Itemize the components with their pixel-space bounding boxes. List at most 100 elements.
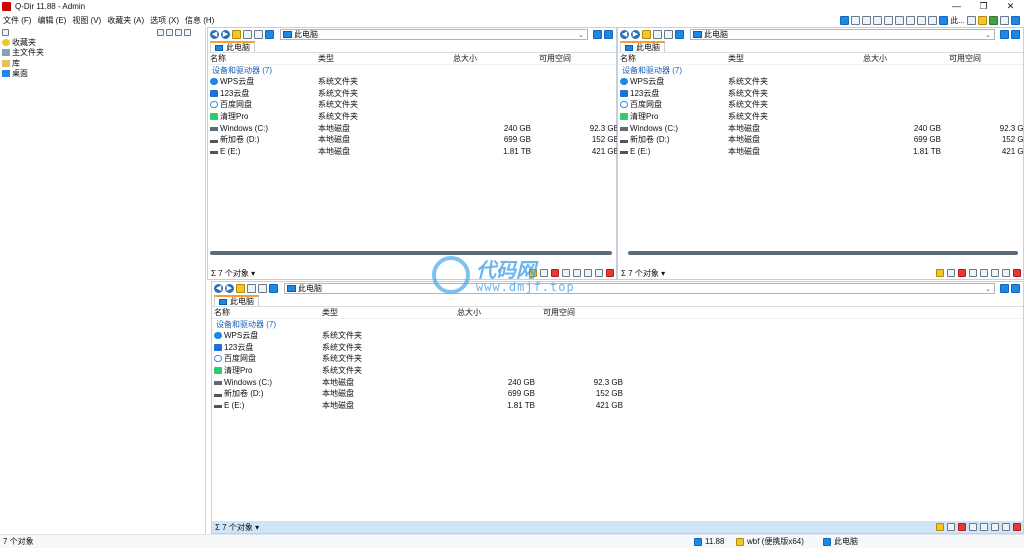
list-item[interactable]: 百度网盘 系统文件夹 bbox=[618, 99, 1023, 111]
desktop-icon[interactable] bbox=[1000, 284, 1009, 293]
tree-item-favorites[interactable]: 收藏夹 bbox=[0, 37, 205, 48]
lightning-icon[interactable] bbox=[936, 523, 944, 531]
rename-icon[interactable] bbox=[947, 269, 955, 277]
copy-icon[interactable] bbox=[980, 523, 988, 531]
back-button[interactable]: ◀ bbox=[210, 30, 219, 39]
paste-icon[interactable] bbox=[991, 523, 999, 531]
tab-this-pc[interactable]: 此电脑 bbox=[214, 295, 259, 306]
refresh-icon[interactable] bbox=[675, 30, 684, 39]
menu-icon[interactable] bbox=[967, 15, 976, 25]
column-free[interactable]: 可用空间 bbox=[949, 53, 981, 64]
rename-icon[interactable] bbox=[540, 269, 548, 277]
column-free[interactable]: 可用空间 bbox=[539, 53, 571, 64]
list-item[interactable]: 123云盘 系统文件夹 bbox=[618, 88, 1023, 100]
cut-icon[interactable] bbox=[969, 269, 977, 277]
list-item[interactable]: 百度网盘 系统文件夹 bbox=[208, 99, 616, 111]
delete-icon[interactable] bbox=[958, 269, 966, 277]
close-pane-icon[interactable] bbox=[606, 269, 614, 277]
list-item[interactable]: E (E:) 本地磁盘 1.81 TB 421 GB bbox=[208, 146, 619, 158]
menu-file[interactable]: 文件 (F) bbox=[0, 15, 34, 26]
tab-this-pc[interactable]: 此电脑 bbox=[620, 41, 665, 52]
list-item[interactable]: 新加卷 (D:) 本地磁盘 699 GB 152 GB bbox=[618, 134, 1024, 146]
list-item[interactable]: WPS云盘 系统文件夹 bbox=[618, 76, 1023, 88]
address-input[interactable]: 此电脑 ⌄ bbox=[280, 29, 588, 40]
horizontal-scrollbar[interactable] bbox=[628, 251, 1018, 255]
tree-item-library[interactable]: 库 bbox=[0, 58, 205, 69]
cut-icon[interactable] bbox=[562, 269, 570, 277]
new-icon[interactable] bbox=[166, 28, 173, 36]
up-folder-icon[interactable] bbox=[232, 30, 241, 39]
layout-8-icon[interactable] bbox=[928, 15, 938, 25]
tab-this-pc[interactable]: 此电脑 bbox=[210, 41, 255, 52]
close-pane-icon[interactable] bbox=[1013, 523, 1021, 531]
color-icon[interactable] bbox=[989, 15, 998, 25]
list-item[interactable]: 123云盘 系统文件夹 bbox=[208, 88, 616, 100]
close-tree-icon[interactable] bbox=[184, 28, 191, 36]
address-input[interactable]: 此电脑 ⌄ bbox=[690, 29, 995, 40]
chevron-down-icon[interactable]: ⌄ bbox=[985, 285, 994, 293]
layout-icon[interactable] bbox=[840, 15, 850, 25]
column-size[interactable]: 总大小 bbox=[863, 53, 887, 64]
column-name[interactable]: 名称 bbox=[620, 53, 636, 64]
list-item[interactable]: 新加卷 (D:) 本地磁盘 699 GB 152 GB bbox=[212, 388, 1023, 400]
column-type[interactable]: 类型 bbox=[322, 307, 338, 318]
desktop-icon[interactable] bbox=[1000, 30, 1009, 39]
list-item[interactable]: 清理Pro 系统文件夹 bbox=[208, 111, 616, 123]
list-item[interactable]: 123云盘 系统文件夹 bbox=[212, 342, 1023, 354]
list-item[interactable]: 清理Pro 系统文件夹 bbox=[212, 365, 1023, 377]
refresh-icon[interactable] bbox=[265, 30, 274, 39]
layout-5-icon[interactable] bbox=[895, 15, 905, 25]
delete-icon[interactable] bbox=[958, 523, 966, 531]
list-item[interactable]: Windows (C:) 本地磁盘 240 GB 92.3 GB bbox=[208, 122, 619, 134]
computer-icon[interactable] bbox=[604, 30, 613, 39]
minimize-button[interactable]: — bbox=[943, 1, 970, 12]
properties-icon[interactable] bbox=[595, 269, 603, 277]
close-button[interactable]: ✕ bbox=[997, 1, 1024, 12]
address-input[interactable]: 此电脑 ⌄ bbox=[284, 283, 995, 294]
forward-button[interactable]: ▶ bbox=[221, 30, 230, 39]
group-header[interactable]: 设备和驱动器 (7) bbox=[618, 65, 1023, 76]
tree-item-home[interactable]: 主文件夹 bbox=[0, 48, 205, 59]
view-mode-icon[interactable] bbox=[258, 284, 267, 293]
properties-icon[interactable] bbox=[1002, 269, 1010, 277]
paste-icon[interactable] bbox=[584, 269, 592, 277]
list-item[interactable]: WPS云盘 系统文件夹 bbox=[212, 330, 1023, 342]
list-item[interactable]: E (E:) 本地磁盘 1.81 TB 421 GB bbox=[212, 400, 1023, 412]
column-size[interactable]: 总大小 bbox=[457, 307, 481, 318]
list-item[interactable]: Windows (C:) 本地磁盘 240 GB 92.3 GB bbox=[618, 122, 1024, 134]
layout-3-icon[interactable] bbox=[873, 15, 883, 25]
new-folder-icon[interactable] bbox=[653, 30, 662, 39]
column-type[interactable]: 类型 bbox=[728, 53, 744, 64]
view-mode-icon[interactable] bbox=[254, 30, 263, 39]
menu-options[interactable]: 选项 (X) bbox=[147, 15, 182, 26]
column-name[interactable]: 名称 bbox=[214, 307, 230, 318]
chevron-down-icon[interactable]: ▾ bbox=[249, 269, 255, 278]
computer-icon[interactable] bbox=[1011, 284, 1020, 293]
lightning-icon[interactable] bbox=[529, 269, 537, 277]
menu-favorites[interactable]: 收藏夹 (A) bbox=[104, 15, 147, 26]
search-icon[interactable] bbox=[175, 28, 182, 36]
back-button[interactable]: ◀ bbox=[620, 30, 629, 39]
rename-icon[interactable] bbox=[947, 523, 955, 531]
cut-icon[interactable] bbox=[969, 523, 977, 531]
list-item[interactable]: 清理Pro 系统文件夹 bbox=[618, 111, 1023, 123]
delete-icon[interactable] bbox=[551, 269, 559, 277]
layout-6-icon[interactable] bbox=[906, 15, 916, 25]
new-folder-icon[interactable] bbox=[247, 284, 256, 293]
column-size[interactable]: 总大小 bbox=[453, 53, 477, 64]
new-folder-icon[interactable] bbox=[243, 30, 252, 39]
list-item[interactable]: 百度网盘 系统文件夹 bbox=[212, 353, 1023, 365]
toolbar-location-label[interactable]: 此... bbox=[950, 15, 965, 26]
sync-icon[interactable] bbox=[157, 28, 164, 36]
layout-4-icon[interactable] bbox=[884, 15, 894, 25]
list-item[interactable]: Windows (C:) 本地磁盘 240 GB 92.3 GB bbox=[212, 376, 1023, 388]
refresh-icon[interactable] bbox=[269, 284, 278, 293]
info-icon[interactable] bbox=[1011, 15, 1020, 25]
desktop-icon[interactable] bbox=[593, 30, 602, 39]
forward-button[interactable]: ▶ bbox=[631, 30, 640, 39]
horizontal-scrollbar[interactable] bbox=[210, 251, 612, 255]
group-header[interactable]: 设备和驱动器 (7) bbox=[212, 319, 1023, 330]
computer-icon[interactable] bbox=[939, 15, 949, 25]
computer-icon[interactable] bbox=[1011, 30, 1020, 39]
chevron-down-icon[interactable]: ⌄ bbox=[578, 31, 587, 39]
